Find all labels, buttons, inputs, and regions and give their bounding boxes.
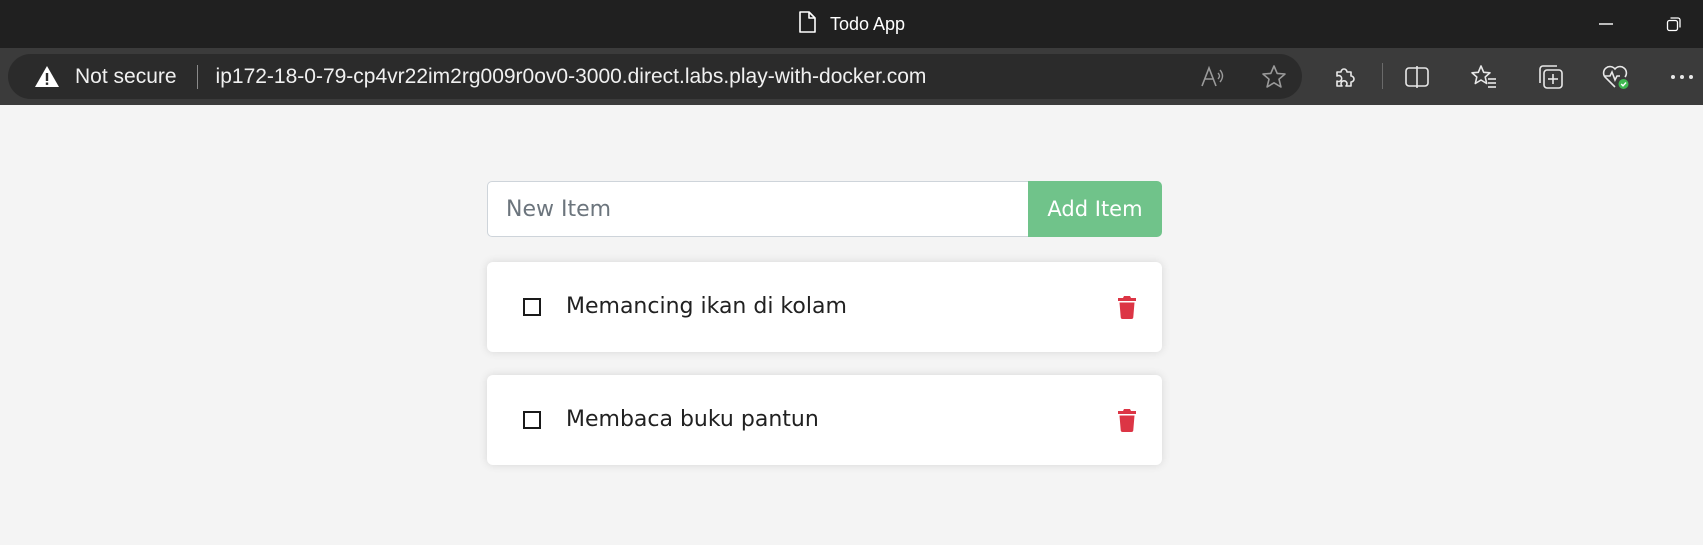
favorites-icon[interactable] [1467,60,1501,94]
add-item-button[interactable]: Add Item [1028,181,1162,237]
split-screen-icon[interactable] [1400,60,1434,94]
toolbar-divider [1382,63,1383,89]
read-aloud-icon[interactable] [1198,62,1228,92]
item-checkbox[interactable] [523,298,541,316]
extensions-icon[interactable] [1328,60,1362,94]
delete-item-trash-icon[interactable] [1117,295,1137,319]
security-label[interactable]: Not secure [75,65,177,89]
favorite-star-icon[interactable] [1259,62,1289,92]
window-title: Todo App [829,13,906,34]
address-divider [196,64,198,89]
restore-icon[interactable] [1660,10,1688,38]
new-item-form: Add Item [487,181,1162,237]
url-text[interactable]: ip172-18-0-79-cp4vr22im2rg009r0ov0-3000.… [216,65,927,89]
warning-icon[interactable] [33,64,61,90]
todo-item: Membaca buku pantun [487,375,1162,465]
item-checkbox[interactable] [523,411,541,429]
window-title-group: Todo App [0,0,1703,48]
browser-essentials-icon[interactable] [1599,60,1633,94]
window-title-bar: Todo App [0,0,1703,48]
document-icon [798,10,816,38]
browser-toolbar: Not secure ip172-18-0-79-cp4vr22im2rg009… [0,48,1703,105]
item-name: Memancing ikan di kolam [566,294,847,319]
delete-item-trash-icon[interactable] [1117,408,1137,432]
more-icon[interactable] [1665,60,1699,94]
address-bar[interactable]: Not secure ip172-18-0-79-cp4vr22im2rg009… [8,54,1302,99]
minimize-icon[interactable] [1592,10,1620,38]
new-item-input[interactable] [487,181,1028,237]
item-name: Membaca buku pantun [566,407,819,432]
todo-item: Memancing ikan di kolam [487,262,1162,352]
collections-icon[interactable] [1534,60,1568,94]
